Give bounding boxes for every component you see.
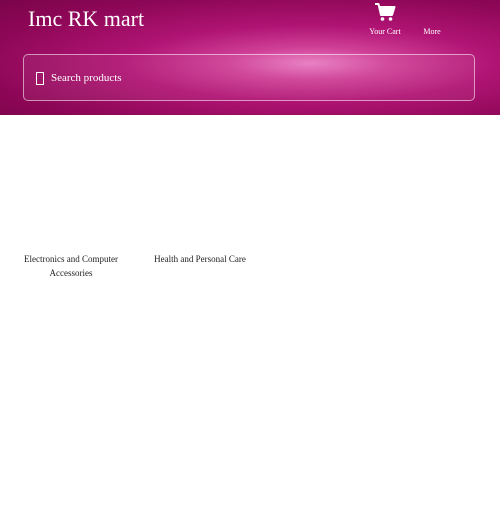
search-input[interactable] bbox=[51, 67, 451, 89]
category-image bbox=[150, 130, 250, 248]
store-name[interactable]: Imc RK mart bbox=[28, 5, 144, 33]
category-name: Electronics and Computer Accessories bbox=[24, 254, 118, 278]
shopping-cart-icon bbox=[375, 3, 396, 21]
search-icon bbox=[36, 72, 44, 85]
search-bar[interactable] bbox=[23, 54, 475, 101]
category-health[interactable]: Health and Personal Care bbox=[140, 130, 260, 280]
site-header: Imc RK mart Your Cart More bbox=[0, 0, 500, 115]
category-electronics[interactable]: Electronics and Computer Accessories bbox=[11, 130, 131, 280]
category-name: Health and Personal Care bbox=[154, 254, 246, 264]
more-button[interactable]: More bbox=[404, 0, 460, 40]
category-image bbox=[21, 130, 121, 248]
more-label: More bbox=[423, 27, 441, 36]
